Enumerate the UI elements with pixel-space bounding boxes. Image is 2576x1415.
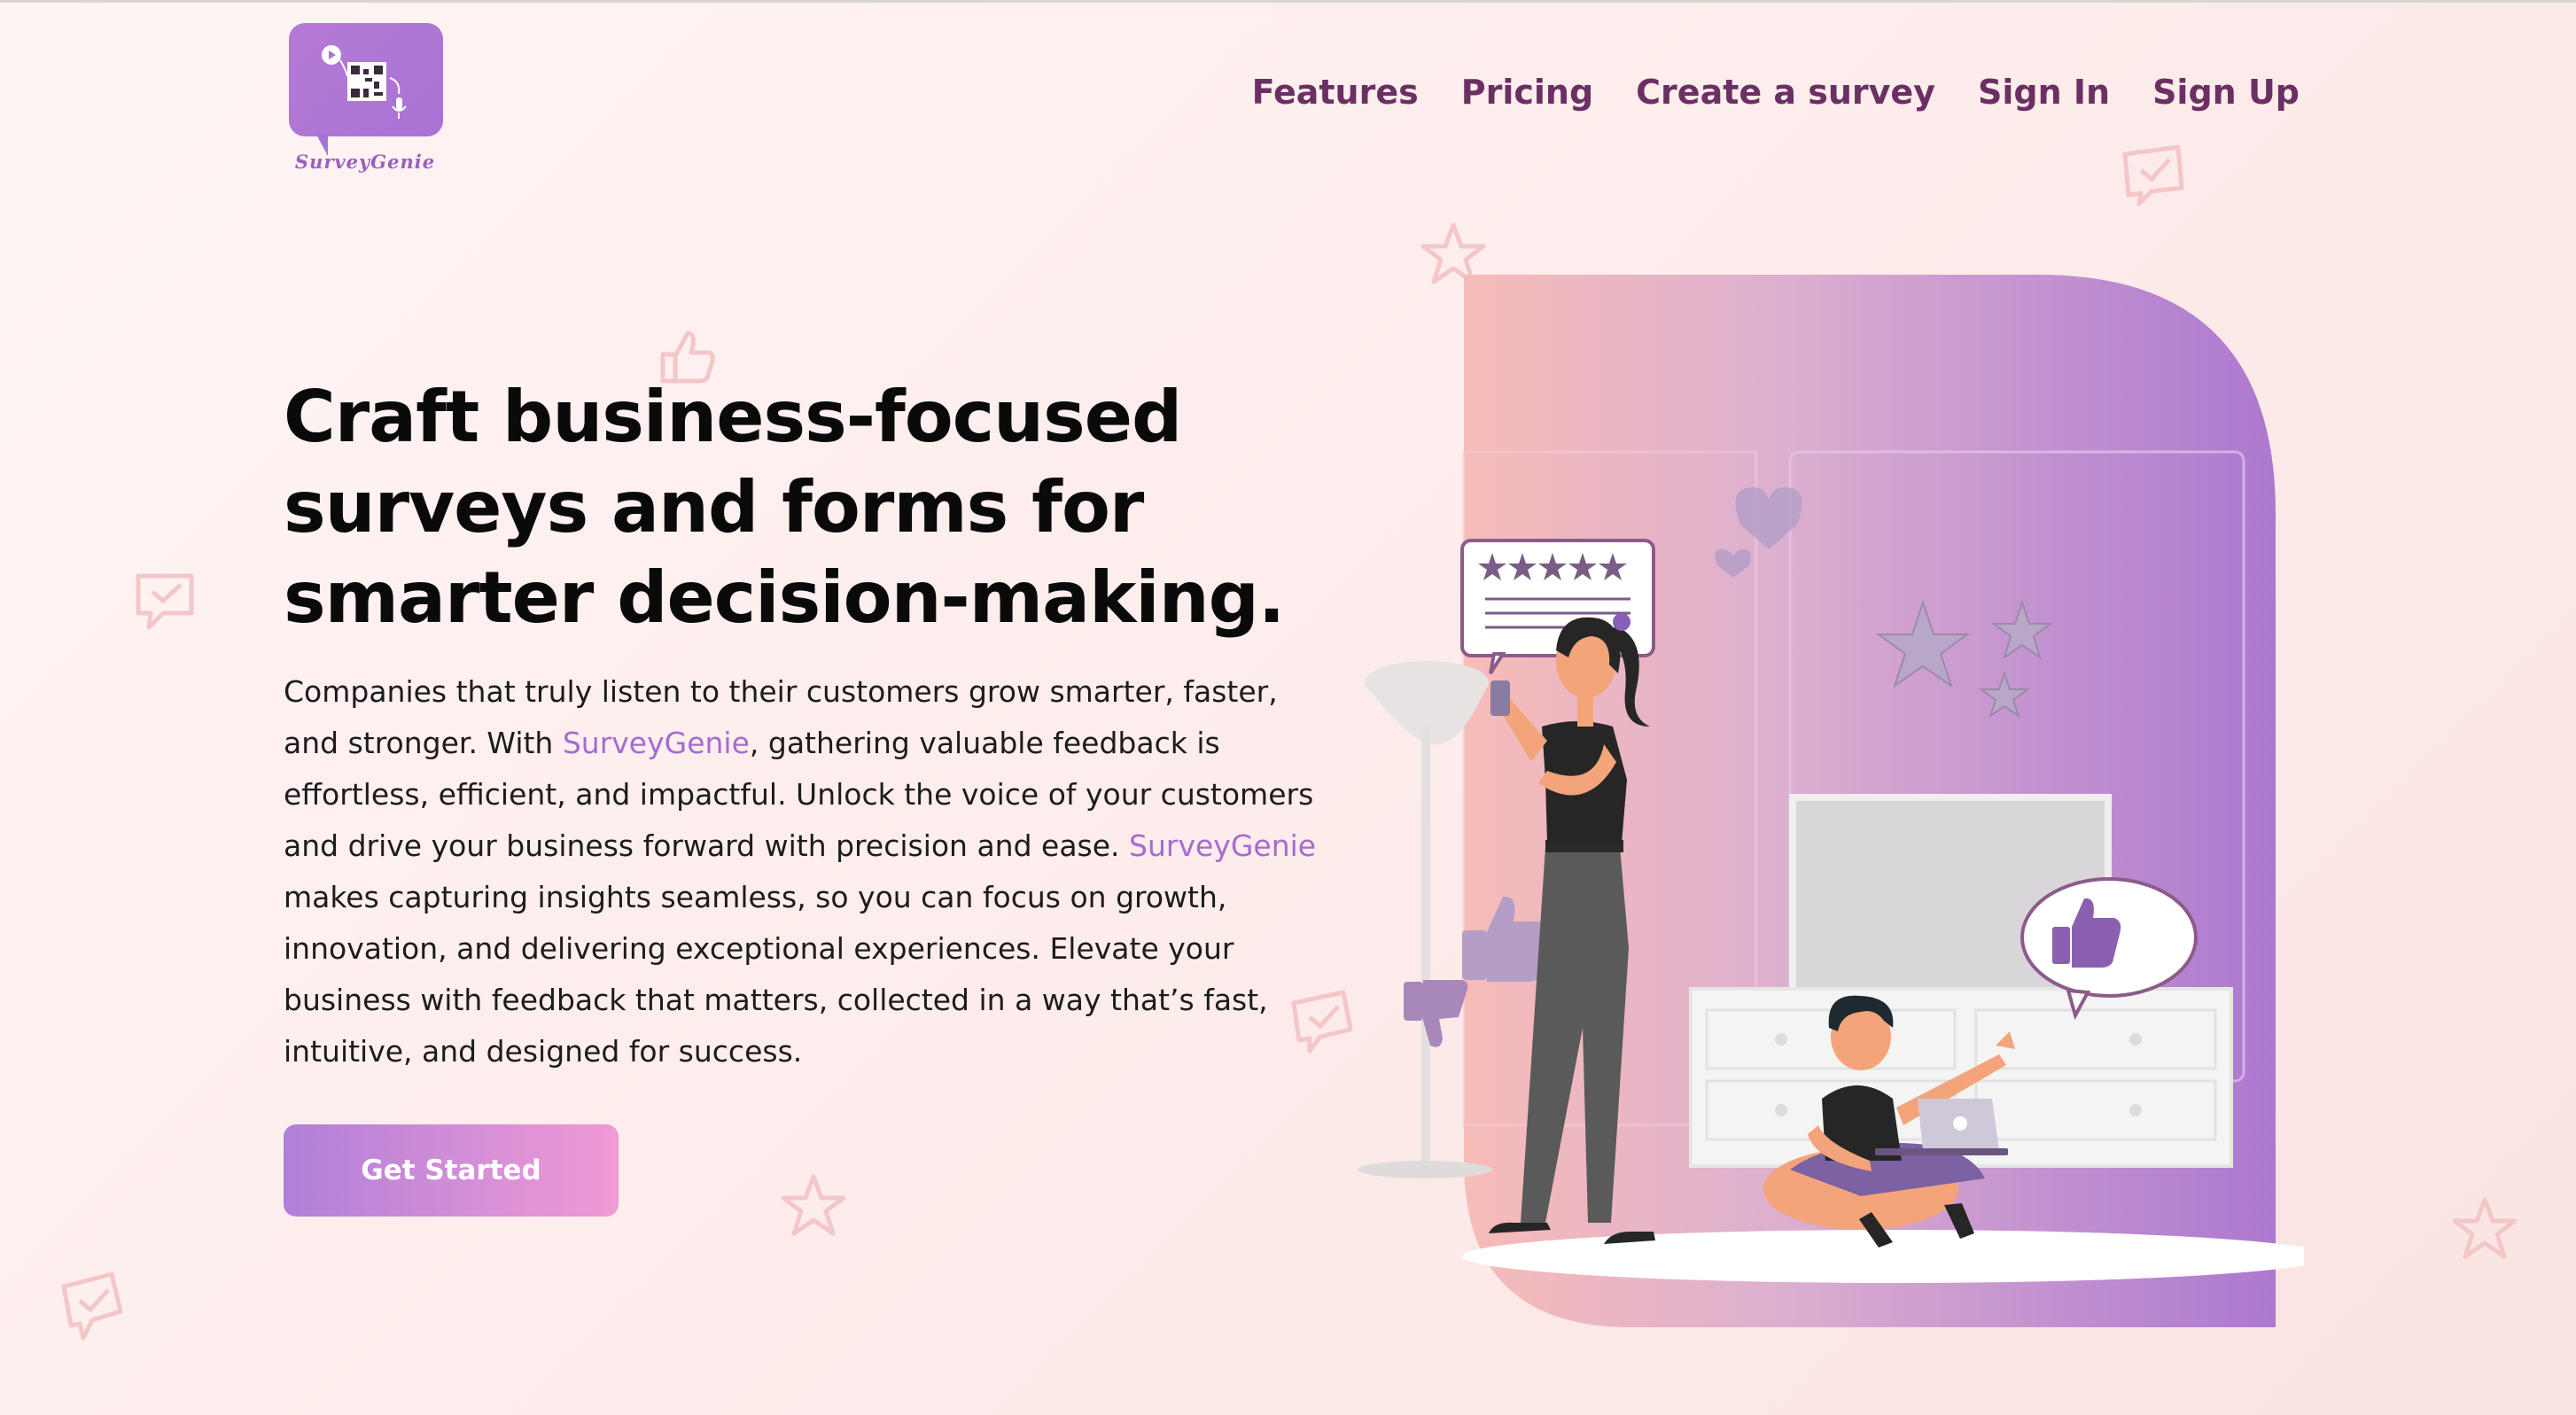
qr-code-icon [322,45,407,119]
nav-link-sign-in[interactable]: Sign In [1978,73,2110,112]
main-nav: Features Pricing Create a survey Sign In… [1252,73,2300,112]
nav-link-features[interactable]: Features [1252,73,1419,112]
nav-link-pricing[interactable]: Pricing [1461,73,1593,112]
star-outline-icon [2452,1197,2518,1259]
brand-highlight: SurveyGenie [562,726,750,760]
logo-bubble [289,23,443,136]
chat-check-icon [2122,144,2184,206]
nav-link-sign-up[interactable]: Sign Up [2152,73,2300,112]
thumbs-down-icon [1404,980,1468,1047]
brand-highlight: SurveyGenie [1129,828,1317,863]
site-logo[interactable]: SurveyGenie [284,21,447,181]
get-started-button[interactable]: Get Started [284,1124,619,1217]
hero-headline: Craft business-focused surveys and forms… [284,376,1285,639]
nav-link-create-survey[interactable]: Create a survey [1636,73,1935,112]
hero-illustration [1358,275,2304,1327]
star-outline-icon [781,1174,846,1236]
top-border [0,0,2576,3]
hero-description: Companies that truly listen to their cus… [284,666,1320,1077]
logo-brand-text: SurveyGenie [294,151,436,173]
hero-description-part-3: makes capturing insights seamless, so yo… [284,880,1268,1069]
chat-check-icon [136,573,194,630]
chat-check-icon [61,1271,123,1341]
